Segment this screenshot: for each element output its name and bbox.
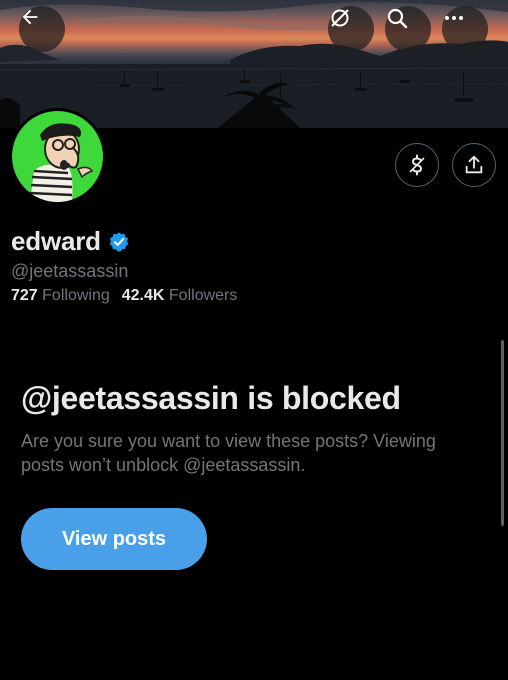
followers-link[interactable]: 42.4K Followers [122, 287, 238, 305]
search-icon [387, 8, 408, 29]
search-button[interactable] [385, 6, 431, 52]
share-icon [465, 155, 483, 174]
handle: @jeetassassin [11, 261, 129, 281]
following-label: Following [42, 287, 110, 304]
subscribe-button[interactable] [395, 143, 439, 187]
arrow-left-icon [22, 9, 38, 25]
grok-button[interactable] [328, 6, 374, 52]
subscribe-dollar-icon [409, 154, 425, 176]
avatar[interactable] [9, 108, 106, 205]
display-name-text: edward [11, 226, 101, 256]
following-count: 727 [11, 287, 38, 304]
followers-label: Followers [168, 287, 238, 304]
avatar-image [12, 111, 103, 202]
more-icon [445, 16, 463, 20]
profile-stats: 727 Following 42.4K Followers [11, 287, 237, 305]
scrollbar[interactable] [501, 340, 504, 526]
back-button[interactable] [19, 6, 65, 52]
grok-icon [331, 9, 349, 27]
share-button[interactable] [452, 143, 496, 187]
profile-banner[interactable] [0, 0, 508, 128]
more-button[interactable] [442, 6, 488, 52]
blocked-description: Are you sure you want to view these post… [21, 431, 436, 475]
banner-image [0, 0, 508, 128]
view-posts-button[interactable]: View posts [21, 508, 207, 570]
display-name: edward [11, 226, 130, 257]
verified-badge-icon [109, 231, 129, 252]
following-link[interactable]: 727 Following [11, 287, 110, 305]
followers-count: 42.4K [121, 287, 165, 304]
blocked-title: @jeetassassin is blocked [21, 380, 401, 416]
